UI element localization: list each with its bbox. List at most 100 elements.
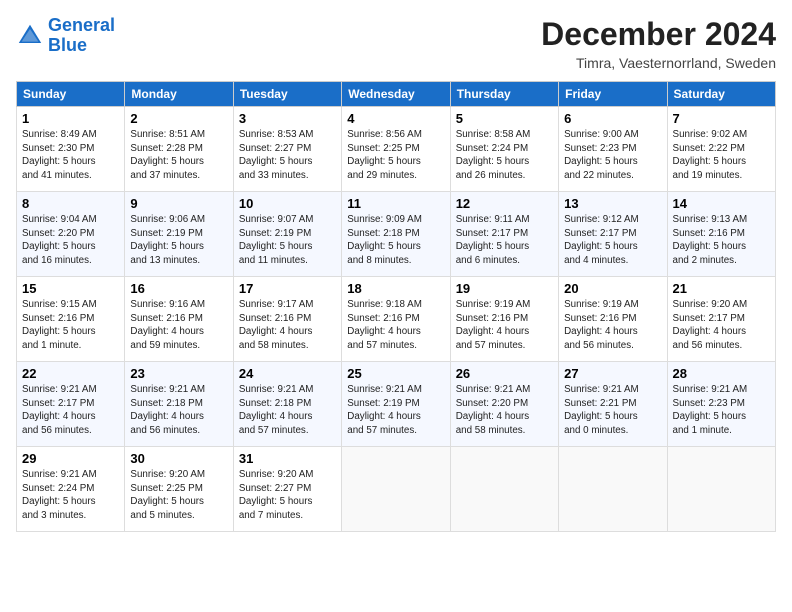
logo: General Blue <box>16 16 115 56</box>
calendar-cell: 17 Sunrise: 9:17 AM Sunset: 2:16 PM Dayli… <box>233 277 341 362</box>
day-of-week-header: Wednesday <box>342 82 450 107</box>
day-number: 22 <box>22 366 119 381</box>
calendar-cell: 2 Sunrise: 8:51 AM Sunset: 2:28 PM Daylig… <box>125 107 233 192</box>
calendar-cell <box>450 447 558 532</box>
calendar-cell: 10 Sunrise: 9:07 AM Sunset: 2:19 PM Dayli… <box>233 192 341 277</box>
day-number: 13 <box>564 196 661 211</box>
calendar-cell: 20Sunrise: 9:19 AM Sunset: 2:16 PM Dayli… <box>559 277 667 362</box>
day-number: 31 <box>239 451 336 466</box>
logo-icon <box>16 22 44 50</box>
day-number: 1 <box>22 111 119 126</box>
day-number: 3 <box>239 111 336 126</box>
day-number: 11 <box>347 196 444 211</box>
day-info: Sunrise: 8:51 AM Sunset: 2:28 PM Dayligh… <box>130 128 227 183</box>
calendar-cell: 3Sunrise: 8:53 AM Sunset: 2:27 PM Daylig… <box>233 107 341 192</box>
day-info: Sunrise: 9:02 AM Sunset: 2:22 PM Dayligh… <box>673 128 770 183</box>
day-number: 15 <box>22 281 119 296</box>
day-number: 8 <box>22 196 119 211</box>
day-number: 9 <box>130 196 227 211</box>
day-info: Sunrise: 9:12 AM Sunset: 2:17 PM Dayligh… <box>564 213 661 268</box>
month-title: December 2024 <box>541 16 776 53</box>
calendar-cell: 14 Sunrise: 9:13 AM Sunset: 2:16 PM Dayli… <box>667 192 775 277</box>
day-info: Sunrise: 9:21 AM Sunset: 2:18 PM Dayligh… <box>130 383 227 438</box>
day-info: Sunrise: 9:04 AM Sunset: 2:20 PM Dayligh… <box>22 213 119 268</box>
calendar-cell: 8 Sunrise: 9:04 AM Sunset: 2:20 PM Daylig… <box>17 192 125 277</box>
calendar-cell: 29 Sunrise: 9:21 AM Sunset: 2:24 PM Dayli… <box>17 447 125 532</box>
day-number: 4 <box>347 111 444 126</box>
day-of-week-header: Friday <box>559 82 667 107</box>
calendar-cell: 18 Sunrise: 9:18 AM Sunset: 2:16 PM Dayli… <box>342 277 450 362</box>
day-info: Sunrise: 9:17 AM Sunset: 2:16 PM Dayligh… <box>239 298 336 353</box>
day-number: 2 <box>130 111 227 126</box>
day-number: 7 <box>673 111 770 126</box>
day-info: Sunrise: 9:11 AM Sunset: 2:17 PM Dayligh… <box>456 213 553 268</box>
calendar: SundayMondayTuesdayWednesdayThursdayFrid… <box>16 81 776 532</box>
calendar-cell <box>342 447 450 532</box>
day-info: Sunrise: 9:16 AM Sunset: 2:16 PM Dayligh… <box>130 298 227 353</box>
day-info: Sunrise: 9:21 AM Sunset: 2:18 PM Dayligh… <box>239 383 336 438</box>
day-of-week-header: Tuesday <box>233 82 341 107</box>
day-number: 29 <box>22 451 119 466</box>
calendar-cell: 1 Sunrise: 8:49 AM Sunset: 2:30 PM Daylig… <box>17 107 125 192</box>
day-of-week-header: Monday <box>125 82 233 107</box>
calendar-cell: 12 Sunrise: 9:11 AM Sunset: 2:17 PM Dayli… <box>450 192 558 277</box>
calendar-cell: 6 Sunrise: 9:00 AM Sunset: 2:23 PM Daylig… <box>559 107 667 192</box>
calendar-cell: 21 Sunrise: 9:20 AM Sunset: 2:17 PM Dayli… <box>667 277 775 362</box>
day-number: 21 <box>673 281 770 296</box>
day-of-week-header: Saturday <box>667 82 775 107</box>
calendar-cell: 16 Sunrise: 9:16 AM Sunset: 2:16 PM Dayli… <box>125 277 233 362</box>
day-info: Sunrise: 8:49 AM Sunset: 2:30 PM Dayligh… <box>22 128 119 183</box>
calendar-cell: 15Sunrise: 9:15 AM Sunset: 2:16 PM Dayli… <box>17 277 125 362</box>
day-number: 6 <box>564 111 661 126</box>
day-info: Sunrise: 9:21 AM Sunset: 2:19 PM Dayligh… <box>347 383 444 438</box>
day-info: Sunrise: 9:21 AM Sunset: 2:24 PM Dayligh… <box>22 468 119 523</box>
day-info: Sunrise: 9:21 AM Sunset: 2:21 PM Dayligh… <box>564 383 661 438</box>
day-info: Sunrise: 9:18 AM Sunset: 2:16 PM Dayligh… <box>347 298 444 353</box>
calendar-cell: 9Sunrise: 9:06 AM Sunset: 2:19 PM Daylig… <box>125 192 233 277</box>
calendar-cell <box>559 447 667 532</box>
day-number: 19 <box>456 281 553 296</box>
calendar-cell: 24 Sunrise: 9:21 AM Sunset: 2:18 PM Dayli… <box>233 362 341 447</box>
day-of-week-header: Sunday <box>17 82 125 107</box>
day-info: Sunrise: 9:19 AM Sunset: 2:16 PM Dayligh… <box>456 298 553 353</box>
day-number: 12 <box>456 196 553 211</box>
day-number: 10 <box>239 196 336 211</box>
calendar-cell: 28Sunrise: 9:21 AM Sunset: 2:23 PM Dayli… <box>667 362 775 447</box>
day-number: 30 <box>130 451 227 466</box>
calendar-cell: 13 Sunrise: 9:12 AM Sunset: 2:17 PM Dayli… <box>559 192 667 277</box>
logo-text: General Blue <box>48 16 115 56</box>
day-number: 23 <box>130 366 227 381</box>
day-of-week-header: Thursday <box>450 82 558 107</box>
calendar-cell: 19 Sunrise: 9:19 AM Sunset: 2:16 PM Dayli… <box>450 277 558 362</box>
day-info: Sunrise: 9:20 AM Sunset: 2:17 PM Dayligh… <box>673 298 770 353</box>
day-info: Sunrise: 9:21 AM Sunset: 2:23 PM Dayligh… <box>673 383 770 438</box>
calendar-cell: 7 Sunrise: 9:02 AM Sunset: 2:22 PM Daylig… <box>667 107 775 192</box>
day-info: Sunrise: 9:07 AM Sunset: 2:19 PM Dayligh… <box>239 213 336 268</box>
day-number: 16 <box>130 281 227 296</box>
day-number: 17 <box>239 281 336 296</box>
day-info: Sunrise: 8:58 AM Sunset: 2:24 PM Dayligh… <box>456 128 553 183</box>
day-number: 27 <box>564 366 661 381</box>
calendar-cell: 25 Sunrise: 9:21 AM Sunset: 2:19 PM Dayli… <box>342 362 450 447</box>
day-info: Sunrise: 9:13 AM Sunset: 2:16 PM Dayligh… <box>673 213 770 268</box>
location: Timra, Vaesternorrland, Sweden <box>541 55 776 71</box>
day-number: 18 <box>347 281 444 296</box>
calendar-cell: 5 Sunrise: 8:58 AM Sunset: 2:24 PM Daylig… <box>450 107 558 192</box>
day-info: Sunrise: 9:00 AM Sunset: 2:23 PM Dayligh… <box>564 128 661 183</box>
day-number: 5 <box>456 111 553 126</box>
day-number: 24 <box>239 366 336 381</box>
calendar-cell: 27 Sunrise: 9:21 AM Sunset: 2:21 PM Dayli… <box>559 362 667 447</box>
day-number: 25 <box>347 366 444 381</box>
calendar-cell: 22Sunrise: 9:21 AM Sunset: 2:17 PM Dayli… <box>17 362 125 447</box>
day-info: Sunrise: 9:19 AM Sunset: 2:16 PM Dayligh… <box>564 298 661 353</box>
day-number: 14 <box>673 196 770 211</box>
day-number: 26 <box>456 366 553 381</box>
calendar-cell: 30 Sunrise: 9:20 AM Sunset: 2:25 PM Dayli… <box>125 447 233 532</box>
day-info: Sunrise: 9:09 AM Sunset: 2:18 PM Dayligh… <box>347 213 444 268</box>
day-info: Sunrise: 9:20 AM Sunset: 2:25 PM Dayligh… <box>130 468 227 523</box>
day-info: Sunrise: 9:20 AM Sunset: 2:27 PM Dayligh… <box>239 468 336 523</box>
day-info: Sunrise: 9:21 AM Sunset: 2:20 PM Dayligh… <box>456 383 553 438</box>
day-info: Sunrise: 8:56 AM Sunset: 2:25 PM Dayligh… <box>347 128 444 183</box>
page-header: General Blue December 2024 Timra, Vaeste… <box>16 16 776 71</box>
calendar-cell: 11 Sunrise: 9:09 AM Sunset: 2:18 PM Dayli… <box>342 192 450 277</box>
